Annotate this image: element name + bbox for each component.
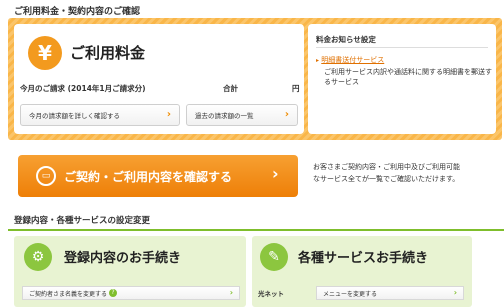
book-icon: ▭ (36, 166, 56, 186)
billing-label: 今月のご請求 (2014年1月ご請求分) (20, 84, 146, 93)
notice-title: 料金お知らせ設定 (316, 35, 376, 44)
current-bill-detail-label: 今月の請求額を詳しく確認する (29, 112, 120, 120)
contract-details-button[interactable]: ▭ ご契約・ご利用内容を確認する › (18, 155, 298, 197)
change-menu-row[interactable]: メニューを変更する › (316, 286, 464, 300)
yen-icon: ¥ (28, 36, 62, 70)
total-label: 合計 (223, 84, 238, 93)
chevron-right-icon: › (272, 164, 279, 183)
hikari-net-label: 光ネット (258, 290, 284, 298)
contract-description-line2: なサービス全てが一覧でご確認いただけます。 (313, 175, 460, 183)
fee-notice-card: 料金お知らせ設定 ▸ 明細書送付サービス ご利用サービス内訳や通話料に関する明細… (308, 24, 496, 134)
change-holder-name-row[interactable]: ご契約者さま名義を変更する ? › (22, 286, 240, 300)
change-menu-label: メニューを変更する (323, 290, 378, 298)
past-bills-button[interactable]: 過去の請求額の一覧 › (186, 104, 298, 126)
chevron-right-icon: › (229, 288, 233, 297)
pencil-icon: ✎ (260, 243, 288, 271)
statement-service-link-text: 明細書送付サービス (321, 56, 385, 64)
services-box: ✎ 各種サービスお手続き 光ネット メニューを変更する › (252, 236, 472, 307)
fee-card-title: ご利用料金 (70, 44, 146, 62)
notice-description-line2: るサービス (324, 78, 359, 86)
chevron-right-icon: › (453, 288, 457, 297)
contract-description-line1: お客さまご契約内容・ご利用中及びご利用可能 (313, 163, 460, 171)
page-title: ご利用料金・契約内容のご確認 (14, 7, 141, 17)
help-icon: ? (109, 289, 118, 297)
chevron-right-icon: › (166, 109, 171, 120)
bullet-arrow-icon: ▸ (316, 57, 320, 64)
statement-service-link[interactable]: ▸ 明細書送付サービス (316, 55, 384, 65)
notice-divider (316, 47, 488, 48)
section-divider (8, 229, 504, 231)
services-title: 各種サービスお手続き (298, 251, 429, 266)
registration-box: ⚙ 登録内容のお手続き ご契約者さま名義を変更する ? › (14, 236, 246, 307)
fee-card: ¥ ご利用料金 今月のご請求 (2014年1月ご請求分) 合計 円 今月の請求額… (14, 24, 304, 134)
registration-title: 登録内容のお手続き (64, 251, 182, 266)
past-bills-label: 過去の請求額の一覧 (195, 112, 254, 120)
current-bill-detail-button[interactable]: 今月の請求額を詳しく確認する › (20, 104, 180, 126)
change-holder-name-label: ご契約者さま名義を変更する (29, 290, 108, 298)
yen-unit: 円 (292, 84, 300, 93)
gear-icon: ⚙ (24, 243, 52, 271)
chevron-right-icon: › (284, 109, 289, 120)
notice-description-line1: ご利用サービス内訳や通話料に関する明細書を郵送す (324, 68, 492, 76)
contract-details-label: ご契約・ご利用内容を確認する (64, 170, 233, 184)
settings-section-title: 登録内容・各種サービスの設定変更 (14, 216, 151, 226)
